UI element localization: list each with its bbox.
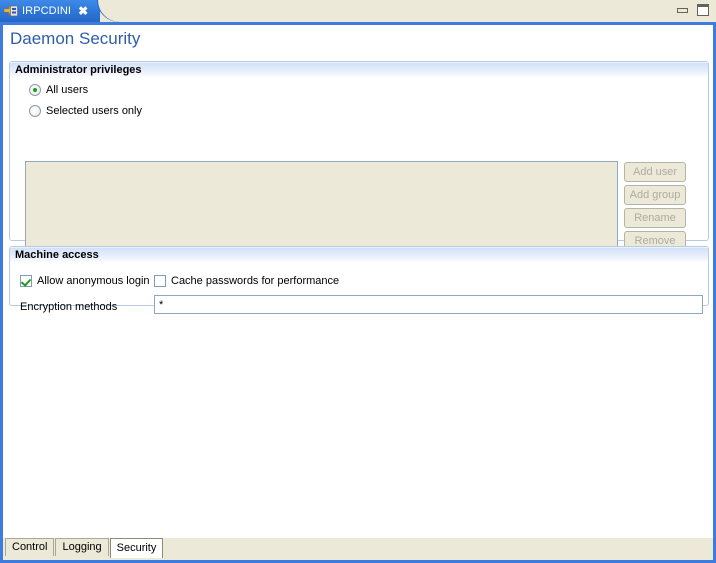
checkbox-cache-passwords-label: Cache passwords for performance — [171, 275, 340, 287]
tab-logging[interactable]: Logging — [55, 538, 109, 556]
rename-button[interactable]: Rename — [624, 208, 686, 228]
checkbox-cache-passwords-indicator[interactable] — [154, 275, 166, 287]
checkbox-allow-anonymous-login[interactable]: Allow anonymous login — [20, 275, 150, 287]
radio-selected-users-only-label: Selected users only — [46, 105, 142, 117]
close-icon[interactable]: ✖ — [78, 5, 88, 17]
radio-selected-users-only[interactable]: Selected users only — [29, 105, 142, 117]
maximize-icon — [697, 4, 709, 16]
checkbox-cache-passwords[interactable]: Cache passwords for performance — [154, 275, 339, 287]
add-group-button[interactable]: Add group — [624, 185, 686, 205]
file-config-icon — [3, 4, 19, 18]
radio-all-users-label: All users — [46, 84, 89, 96]
bottom-tab-strip: Control Logging Security — [0, 538, 716, 560]
section-header-machine-access: Machine access — [10, 247, 708, 263]
editor-tab-curve — [98, 0, 124, 22]
tab-control[interactable]: Control — [5, 538, 55, 556]
add-user-button[interactable]: Add user — [624, 162, 686, 182]
application-window: IRPCDINI ✖ Daemon Security Administrator… — [0, 0, 716, 563]
tab-security[interactable]: Security — [109, 538, 164, 558]
minimize-icon — [677, 8, 688, 13]
editor-tab-irpcdini[interactable]: IRPCDINI ✖ — [0, 0, 100, 22]
editor-content: Daemon Security Administrator privileges… — [0, 25, 716, 538]
maximize-button[interactable] — [695, 3, 710, 16]
radio-all-users[interactable]: All users — [29, 84, 88, 96]
editor-tab-label: IRPCDINI — [22, 5, 72, 17]
editor-tab-bar: IRPCDINI ✖ — [0, 0, 716, 22]
minimize-button[interactable] — [675, 3, 690, 16]
encryption-methods-input[interactable] — [154, 295, 703, 314]
radio-all-users-indicator[interactable] — [29, 84, 41, 96]
checkbox-allow-anonymous-login-indicator[interactable] — [20, 275, 32, 287]
user-list-box[interactable] — [25, 161, 618, 249]
radio-selected-users-only-indicator[interactable] — [29, 105, 41, 117]
page-title: Daemon Security — [10, 29, 141, 48]
encryption-methods-label: Encryption methods — [20, 301, 118, 313]
checkbox-allow-anonymous-login-label: Allow anonymous login — [37, 275, 150, 287]
section-header-administrator-privileges: Administrator privileges — [10, 62, 708, 78]
